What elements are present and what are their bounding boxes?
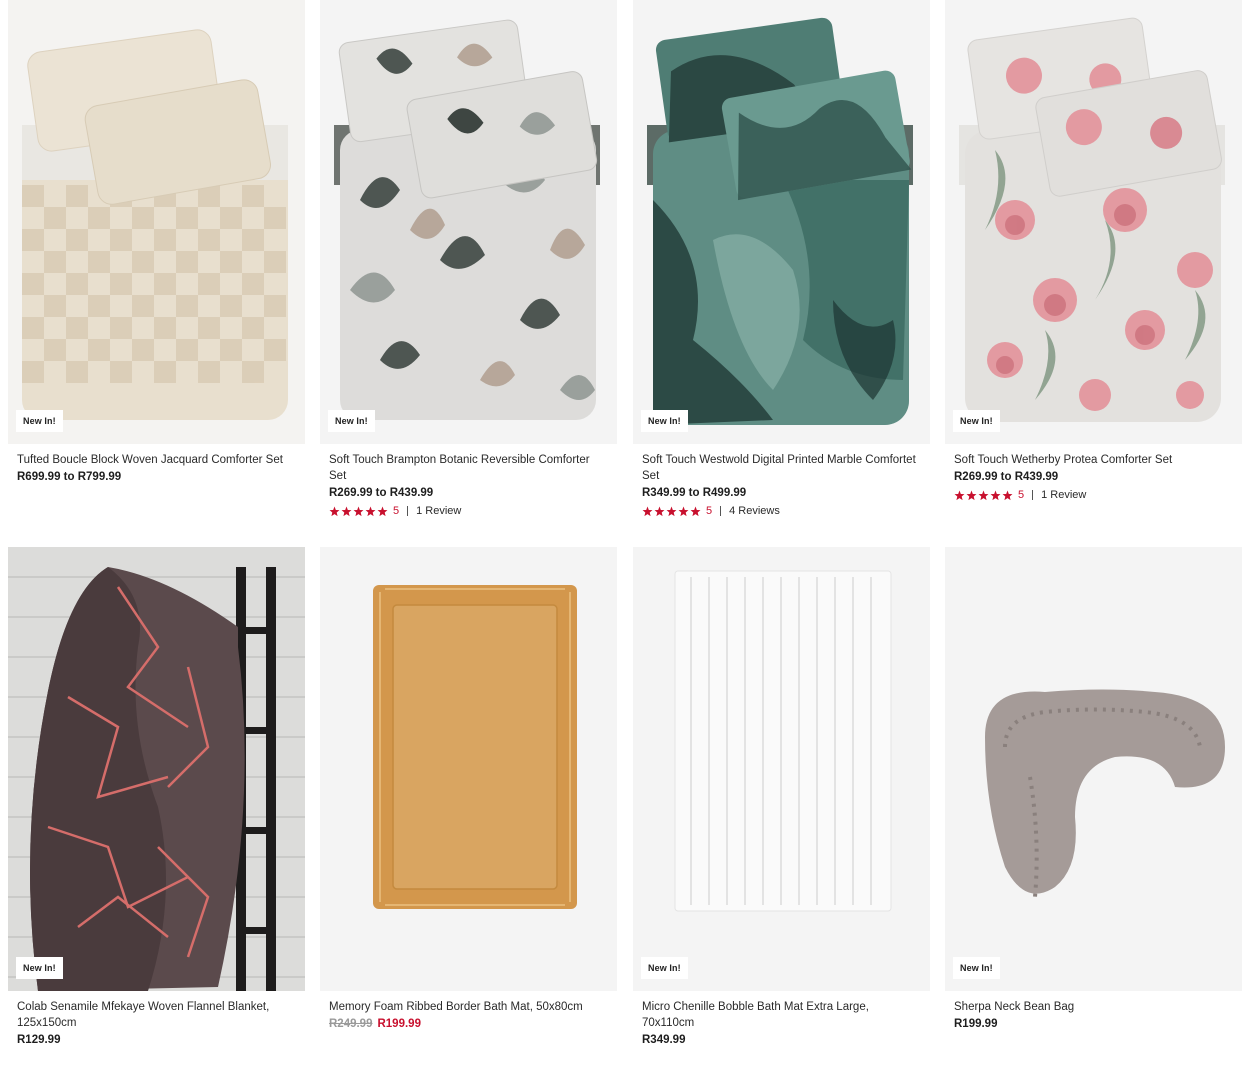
star-rating-icons	[642, 506, 702, 517]
star-icon	[678, 506, 689, 516]
star-icon	[954, 490, 965, 500]
review-count-link[interactable]: 1 Review	[1041, 489, 1086, 501]
product-price: R129.99	[17, 1034, 61, 1046]
review-count-link[interactable]: 4 Reviews	[729, 505, 780, 517]
product-title[interactable]: Soft Touch Westwold Digital Printed Marb…	[642, 452, 921, 484]
product-title[interactable]: Sherpa Neck Bean Bag	[954, 999, 1233, 1015]
product-card[interactable]: New In! Colab Senamile Mfekaye Woven Fla…	[8, 547, 305, 1067]
new-in-badge: New In!	[641, 957, 688, 979]
new-in-badge: New In!	[953, 957, 1000, 979]
rating-value: 5	[1018, 489, 1025, 501]
product-image-grey-sherpa-neck-pillow[interactable]: New In!	[945, 547, 1242, 991]
star-icon	[353, 506, 364, 516]
product-title[interactable]: Colab Senamile Mfekaye Woven Flannel Bla…	[17, 999, 296, 1031]
product-card[interactable]: New In! Soft Touch Wetherby Protea Comfo…	[945, 0, 1242, 530]
star-rating-icons	[954, 490, 1014, 501]
product-rating[interactable]: 5 1 Review	[329, 505, 608, 517]
product-price: R699.99 to R799.99	[17, 471, 122, 483]
product-title[interactable]: Micro Chenille Bobble Bath Mat Extra Lar…	[642, 999, 921, 1031]
star-icon	[666, 506, 677, 516]
product-price: R269.99 to R439.99	[954, 471, 1059, 483]
sale-price: R199.99	[377, 1018, 421, 1030]
star-icon	[365, 506, 376, 516]
rating-value: 5	[706, 505, 713, 517]
star-icon	[690, 506, 701, 516]
star-icon	[377, 506, 388, 516]
product-image-beige-check-comforter[interactable]: New In!	[8, 0, 305, 444]
star-icon	[1002, 490, 1013, 500]
new-in-badge: New In!	[328, 410, 375, 432]
star-icon	[642, 506, 653, 516]
product-grid: New In! Tufted Boucle Block Woven Jacqua…	[0, 0, 1250, 1079]
product-price: R269.99 to R439.99	[329, 487, 434, 499]
star-icon	[654, 506, 665, 516]
star-rating-icons	[329, 506, 389, 517]
star-icon	[329, 506, 340, 516]
product-price: R249.99 R199.99	[329, 1018, 608, 1030]
product-image-mustard-bath-mat[interactable]	[320, 547, 617, 991]
product-image-white-bobble-bath-mat[interactable]: New In!	[633, 547, 930, 991]
product-card[interactable]: New In! Soft Touch Westwold Digital Prin…	[633, 0, 930, 530]
product-image-protea-floral-comforter[interactable]: New In!	[945, 0, 1242, 444]
product-price: R349.99	[642, 1034, 686, 1046]
divider	[1032, 490, 1034, 500]
product-title[interactable]: Tufted Boucle Block Woven Jacquard Comfo…	[17, 452, 296, 468]
product-image-flannel-blanket-ladder[interactable]: New In!	[8, 547, 305, 991]
review-count-link[interactable]: 1 Review	[416, 505, 461, 517]
product-image-green-marble-comforter[interactable]: New In!	[633, 0, 930, 444]
product-price: R199.99	[954, 1018, 998, 1030]
product-title[interactable]: Soft Touch Wetherby Protea Comforter Set	[954, 452, 1233, 468]
product-title[interactable]: Soft Touch Brampton Botanic Reversible C…	[329, 452, 608, 484]
new-in-badge: New In!	[953, 410, 1000, 432]
product-image-botanic-leaf-comforter[interactable]: New In!	[320, 0, 617, 444]
star-icon	[990, 490, 1001, 500]
new-in-badge: New In!	[16, 410, 63, 432]
star-icon	[978, 490, 989, 500]
original-price: R249.99	[329, 1018, 373, 1030]
product-price: R349.99 to R499.99	[642, 487, 747, 499]
product-card[interactable]: New In! Tufted Boucle Block Woven Jacqua…	[8, 0, 305, 530]
divider	[720, 506, 722, 516]
divider	[407, 506, 409, 516]
product-title[interactable]: Memory Foam Ribbed Border Bath Mat, 50x8…	[329, 999, 608, 1015]
star-icon	[966, 490, 977, 500]
product-rating[interactable]: 5 1 Review	[954, 489, 1233, 501]
rating-value: 5	[393, 505, 400, 517]
product-card[interactable]: Memory Foam Ribbed Border Bath Mat, 50x8…	[320, 547, 617, 1067]
product-rating[interactable]: 5 4 Reviews	[642, 505, 921, 517]
star-icon	[341, 506, 352, 516]
new-in-badge: New In!	[641, 410, 688, 432]
product-card[interactable]: New In! Sherpa Neck Bean Bag R199.99	[945, 547, 1242, 1067]
product-card[interactable]: New In! Soft Touch Brampton Botanic Reve…	[320, 0, 617, 530]
new-in-badge: New In!	[16, 957, 63, 979]
product-card[interactable]: New In! Micro Chenille Bobble Bath Mat E…	[633, 547, 930, 1067]
